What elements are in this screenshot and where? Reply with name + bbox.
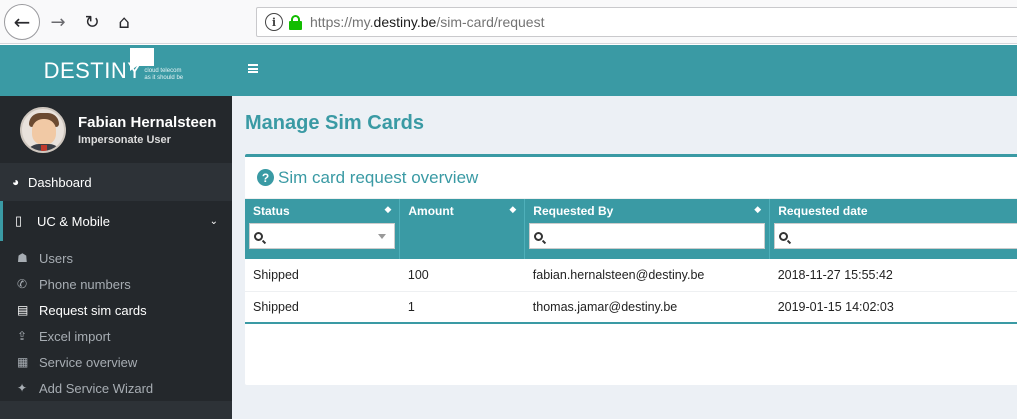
mobile-icon: ▯ [15,213,23,228]
search-icon [779,231,789,241]
back-arrow-icon[interactable]: ← [4,4,40,40]
phone-icon: ✆ [17,277,28,291]
cell-requested-date: 2019-01-15 14:02:03 [769,291,1017,324]
cell-requested-date: 2018-11-27 15:55:42 [769,259,1017,292]
sidebar-item-label: Request sim cards [39,302,147,318]
chevron-down-icon [378,234,387,239]
magic-wand-icon: ✦ [17,381,28,395]
brand-tagline: cloud telecom as it should be [144,67,184,81]
page-title: Manage Sim Cards [245,112,424,134]
brand-name: DESTINY [43,57,143,83]
column-header-status[interactable]: Status ◆ [245,199,401,223]
submenu-uc-mobile: ☗ Users ✆ Phone numbers ▤ Request sim ca… [0,241,232,401]
sim-requests-table: Status ◆ Amount ◆ Requested By ◆ Requested … [245,199,1017,325]
user-name: Fabian Hernalsteen [78,113,217,131]
panel-title: Sim card request overview [278,167,479,187]
users-icon: ☗ [17,251,28,265]
cell-status: Shipped [245,259,400,292]
speech-flag-icon [130,48,154,71]
sort-icon[interactable]: ◆ [754,205,761,215]
sidebar-item-label: Users [39,250,73,266]
sidebar-item-service-overview[interactable]: ▦ Service overview [0,349,232,375]
cell-requested-by: thomas.jamar@destiny.be [524,291,770,324]
avatar [20,106,66,153]
cell-requested-by: fabian.hernalsteen@destiny.be [524,259,770,292]
user-role[interactable]: Impersonate User [78,134,216,146]
sidebar-item-users[interactable]: ☗ Users [0,245,232,271]
cell-amount: 1 [399,291,525,324]
sidebar-item-dashboard[interactable]: ◕ Dashboard [0,163,232,201]
cell-amount: 100 [399,259,525,292]
dashboard-icon: ◕ [12,175,20,189]
sidebar-item-excel-import[interactable]: ⇪ Excel import [0,323,232,349]
brand-logo[interactable]: DESTINY cloud telecom as it should be [0,45,232,96]
sidebar-item-phone-numbers[interactable]: ✆ Phone numbers [0,271,232,297]
sidebar-item-label: Service overview [39,354,138,370]
table-footer-line [245,323,1017,325]
requested-by-filter-input[interactable] [529,223,766,249]
upload-icon: ⇪ [17,329,28,343]
address-bar[interactable]: i https://my.destiny.be/sim-card/request [256,7,1017,37]
sidebar: DESTINY cloud telecom as it should be Fa… [0,45,232,419]
sort-icon[interactable]: ◆ [384,205,391,215]
sidebar-item-request-sim-cards[interactable]: ▤ Request sim cards [0,297,232,323]
table-row[interactable]: Shipped 100 fabian.hernalsteen@destiny.b… [245,259,1017,292]
home-icon[interactable]: ⌂ [112,10,136,34]
table-row[interactable]: Shipped 1 thomas.jamar@destiny.be 2019-0… [245,291,1017,324]
requested-date-filter-input[interactable] [774,223,1017,249]
main-content: Manage Sim Cards ? Sim card request over… [232,96,1017,419]
column-header-requested-date[interactable]: Requested date◆ [769,199,1017,223]
url-text: https://my.destiny.be/sim-card/request [310,14,545,30]
panel-header: ? Sim card request overview [245,157,1017,199]
sim-card-overview-panel: ? Sim card request overview Status ◆ Amou… [245,154,1017,385]
forward-arrow-icon[interactable]: → [46,10,70,34]
status-filter-select[interactable] [249,223,396,249]
cell-status: Shipped [245,291,400,324]
search-icon [254,231,263,241]
id-card-icon: ▤ [17,303,29,317]
sidebar-item-uc-mobile[interactable]: ▯ UC & Mobile ⌄ [0,201,232,241]
sort-icon[interactable]: ◆ [509,205,516,215]
sidebar-item-label: Phone numbers [39,276,131,292]
info-icon[interactable]: i [265,13,283,31]
question-circle-icon[interactable]: ? [257,169,274,186]
reload-icon[interactable]: ↻ [80,10,104,34]
browser-toolbar: ← → ↻ ⌂ i https://my.destiny.be/sim-card… [0,0,1017,44]
sidebar-item-label: UC & Mobile [37,213,110,229]
lock-icon [289,14,302,30]
user-panel: Fabian Hernalsteen Impersonate User [0,96,232,163]
grid-icon: ▦ [17,355,29,369]
sidebar-item-label: Add Service Wizard [39,380,154,396]
sidebar-item-label: Excel import [39,328,111,344]
sidebar-item-label: Dashboard [28,174,92,190]
chevron-down-icon: ⌄ [209,215,218,227]
hamburger-menu-icon[interactable] [248,64,258,73]
sidebar-item-add-service-wizard[interactable]: ✦ Add Service Wizard [0,375,232,401]
column-header-requested-by[interactable]: Requested By ◆ [524,199,771,223]
column-header-amount[interactable]: Amount ◆ [399,199,526,223]
search-icon [534,231,544,241]
top-navbar [232,45,1017,96]
